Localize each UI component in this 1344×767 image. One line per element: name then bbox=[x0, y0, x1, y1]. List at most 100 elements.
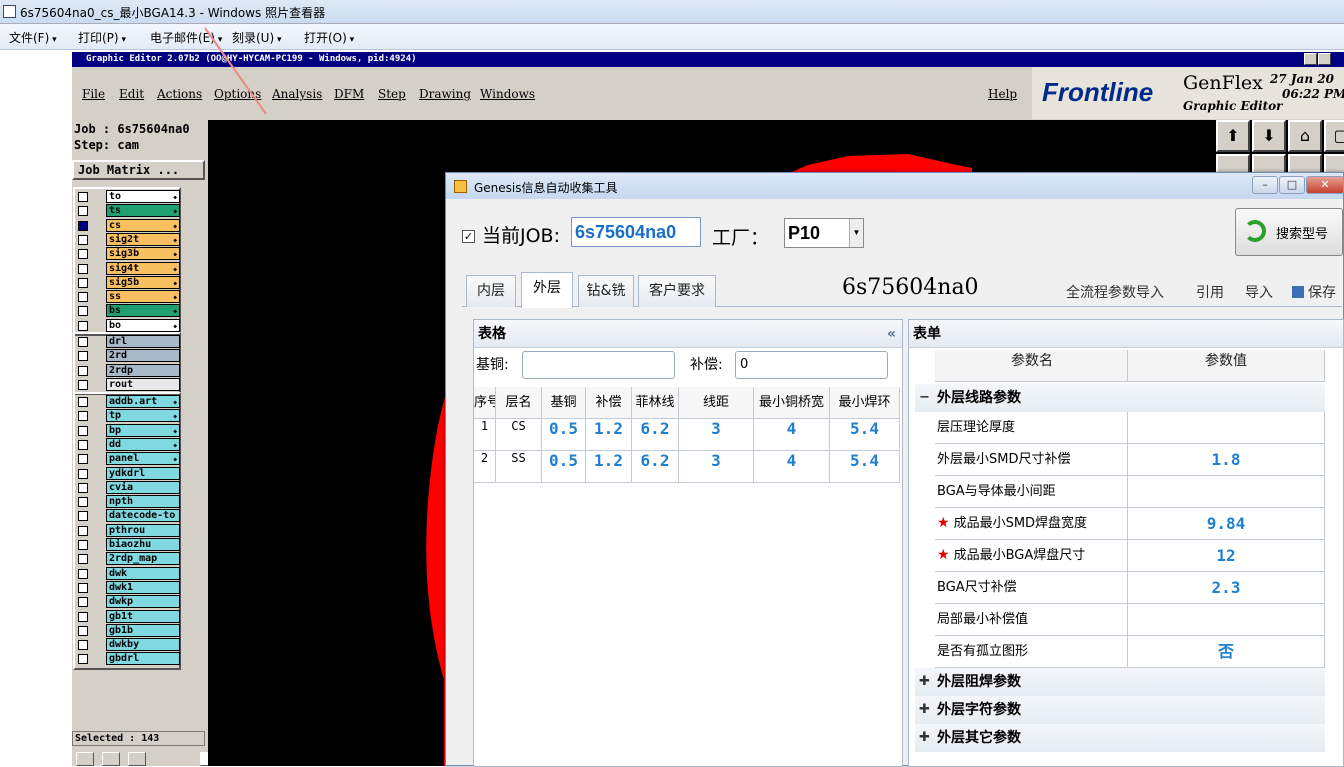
collapse-icon[interactable]: « bbox=[887, 320, 896, 348]
param-name-text: 成品最小SMD焊盘宽度 bbox=[953, 516, 1088, 531]
job-bar: ✓ 当前JOB: 6s75604na0 工厂： P10 ▼ 搜索型号 bbox=[454, 208, 1344, 263]
param-name: 是否有孤立图形 bbox=[935, 636, 1128, 668]
param-name-text: 成品最小BGA焊盘尺寸 bbox=[953, 548, 1086, 563]
current-job-label: 当前JOB: bbox=[482, 225, 560, 247]
param-value[interactable]: 否 bbox=[1128, 636, 1325, 668]
property-category[interactable]: − 外层线路参数 bbox=[915, 384, 1325, 412]
param-value[interactable]: 2.3 bbox=[1128, 572, 1325, 604]
grid-header-row: 序号层名基铜补偿菲林线线距最小铜桥宽最小焊环 bbox=[474, 387, 902, 419]
expand-plus-icon[interactable]: ✚ bbox=[919, 668, 930, 696]
param-name-text: BGA与导体最小间距 bbox=[937, 484, 1056, 499]
property-category[interactable]: ✚ 外层其它参数 bbox=[915, 724, 1325, 752]
property-row[interactable]: ★ 成品最小SMD焊盘宽度 9.84 bbox=[915, 508, 1325, 540]
current-job-checkbox[interactable]: ✓ bbox=[462, 230, 475, 243]
grid-cell[interactable]: 4 bbox=[754, 419, 830, 451]
info-collection-dialog: Genesis信息自动收集工具 – □ ✕ ✓ 当前JOB: 6s75604na… bbox=[445, 172, 1344, 767]
grid-header-cell: 线距 bbox=[679, 387, 754, 419]
dropdown-arrow-icon: ▼ bbox=[849, 219, 863, 247]
param-name-text: 局部最小补偿值 bbox=[937, 612, 1029, 627]
category-label: 外层线路参数 bbox=[937, 390, 1021, 406]
grid-header-cell: 序号 bbox=[474, 387, 496, 419]
grid-cell[interactable]: 5.4 bbox=[830, 419, 900, 451]
param-value[interactable]: 12 bbox=[1128, 540, 1325, 572]
grid-cell[interactable]: 1 bbox=[474, 419, 496, 451]
property-row[interactable]: 层压理论厚度 bbox=[915, 412, 1325, 444]
compensation-input[interactable]: 0 bbox=[735, 351, 888, 379]
grid-cell[interactable]: 6.2 bbox=[632, 419, 679, 451]
grid-cell[interactable]: 1.2 bbox=[586, 451, 632, 483]
property-category[interactable]: ✚ 外层阻焊参数 bbox=[915, 668, 1325, 696]
base-copper-input[interactable] bbox=[522, 351, 675, 379]
save-icon bbox=[1292, 286, 1304, 298]
grid-header-cell: 最小铜桥宽 bbox=[754, 387, 830, 419]
grid-cell[interactable]: 1.2 bbox=[586, 419, 632, 451]
tab-inner-layer[interactable]: 内层 bbox=[466, 275, 516, 307]
tab-drill-mill[interactable]: 钻&铣 bbox=[578, 275, 634, 307]
property-row[interactable]: 外层最小SMD尺寸补偿 1.8 bbox=[915, 444, 1325, 476]
save-label: 保存 bbox=[1308, 285, 1336, 301]
factory-label: 工厂： bbox=[712, 227, 770, 249]
import-link[interactable]: 导入 bbox=[1245, 282, 1273, 302]
param-value[interactable] bbox=[1128, 412, 1325, 444]
grid-cell[interactable]: 0.5 bbox=[542, 419, 586, 451]
required-star-icon: ★ bbox=[937, 515, 950, 531]
param-value[interactable] bbox=[1128, 476, 1325, 508]
grid-header-cell: 菲林线 bbox=[632, 387, 679, 419]
grid-cell[interactable]: 6.2 bbox=[632, 451, 679, 483]
category-label: 外层其它参数 bbox=[937, 730, 1021, 746]
grid-cell[interactable]: 4 bbox=[754, 451, 830, 483]
grid-cell[interactable]: 3 bbox=[679, 451, 754, 483]
param-name: BGA与导体最小间距 bbox=[935, 476, 1128, 508]
property-row[interactable]: 是否有孤立图形 否 bbox=[915, 636, 1325, 668]
param-value[interactable]: 1.8 bbox=[1128, 444, 1325, 476]
property-row[interactable]: BGA尺寸补偿 2.3 bbox=[915, 572, 1325, 604]
full-process-import-link[interactable]: 全流程参数导入 bbox=[1066, 282, 1164, 302]
maximize-button[interactable]: □ bbox=[1279, 176, 1305, 194]
param-name: 层压理论厚度 bbox=[935, 412, 1128, 444]
tab-customer-req[interactable]: 客户要求 bbox=[638, 275, 716, 307]
search-model-button[interactable]: 搜索型号 bbox=[1235, 208, 1343, 256]
close-button[interactable]: ✕ bbox=[1306, 176, 1344, 194]
grid-header-cell: 层名 bbox=[496, 387, 542, 419]
job-title: 6s75604na0 bbox=[842, 275, 979, 300]
grid-cell[interactable]: SS bbox=[496, 451, 542, 483]
param-name: 局部最小补偿值 bbox=[935, 604, 1128, 636]
reference-link[interactable]: 引用 bbox=[1196, 282, 1224, 302]
form-panel-header: 表单 bbox=[909, 320, 1343, 348]
table-panel: 表格 « 基铜: 补偿: 0 序号层名基铜补偿菲林线线距最小铜桥宽最小焊环1CS… bbox=[473, 319, 903, 767]
current-job-input[interactable]: 6s75604na0 bbox=[571, 217, 701, 247]
category-label: 外层阻焊参数 bbox=[937, 674, 1021, 690]
grid-header-cell: 最小焊环 bbox=[830, 387, 900, 419]
factory-select[interactable]: P10 ▼ bbox=[784, 218, 864, 248]
property-row[interactable]: 局部最小补偿值 bbox=[915, 604, 1325, 636]
table-row[interactable]: 1 CS 0.5 1.2 6.2 3 4 5.4 bbox=[474, 419, 902, 451]
param-value[interactable] bbox=[1128, 604, 1325, 636]
param-name: ★ 成品最小BGA焊盘尺寸 bbox=[935, 540, 1128, 572]
grid-cell[interactable]: 2 bbox=[474, 451, 496, 483]
collapse-minus-icon[interactable]: − bbox=[919, 384, 930, 412]
form-panel: 表单 参数名 参数值 − 外层线路参数 层压理论厚度 外层最小SMD尺寸补偿 1.8 BGA与… bbox=[908, 319, 1344, 767]
table-row[interactable]: 2 SS 0.5 1.2 6.2 3 4 5.4 bbox=[474, 451, 902, 483]
tab-outer-layer[interactable]: 外层 bbox=[521, 272, 573, 308]
param-name: BGA尺寸补偿 bbox=[935, 572, 1128, 604]
save-button[interactable]: 保存 bbox=[1292, 282, 1336, 302]
property-category[interactable]: ✚ 外层字符参数 bbox=[915, 696, 1325, 724]
grid-cell[interactable]: 3 bbox=[679, 419, 754, 451]
param-name-text: 层压理论厚度 bbox=[937, 420, 1016, 435]
property-row[interactable]: BGA与导体最小间距 bbox=[915, 476, 1325, 508]
param-name: 外层最小SMD尺寸补偿 bbox=[935, 444, 1128, 476]
grid-cell[interactable]: 5.4 bbox=[830, 451, 900, 483]
app-icon bbox=[454, 180, 467, 193]
dialog-title: Genesis信息自动收集工具 bbox=[474, 181, 618, 195]
base-copper-label: 基铜: bbox=[476, 357, 509, 373]
minimize-button[interactable]: – bbox=[1252, 176, 1278, 194]
expand-plus-icon[interactable]: ✚ bbox=[919, 696, 930, 724]
category-label: 外层字符参数 bbox=[937, 702, 1021, 718]
param-value[interactable]: 9.84 bbox=[1128, 508, 1325, 540]
property-header-row: 参数名 参数值 bbox=[915, 350, 1325, 382]
grid-cell[interactable]: CS bbox=[496, 419, 542, 451]
property-row[interactable]: ★ 成品最小BGA焊盘尺寸 12 bbox=[915, 540, 1325, 572]
expand-plus-icon[interactable]: ✚ bbox=[919, 724, 930, 752]
col-param-name: 参数名 bbox=[935, 350, 1128, 382]
grid-cell[interactable]: 0.5 bbox=[542, 451, 586, 483]
